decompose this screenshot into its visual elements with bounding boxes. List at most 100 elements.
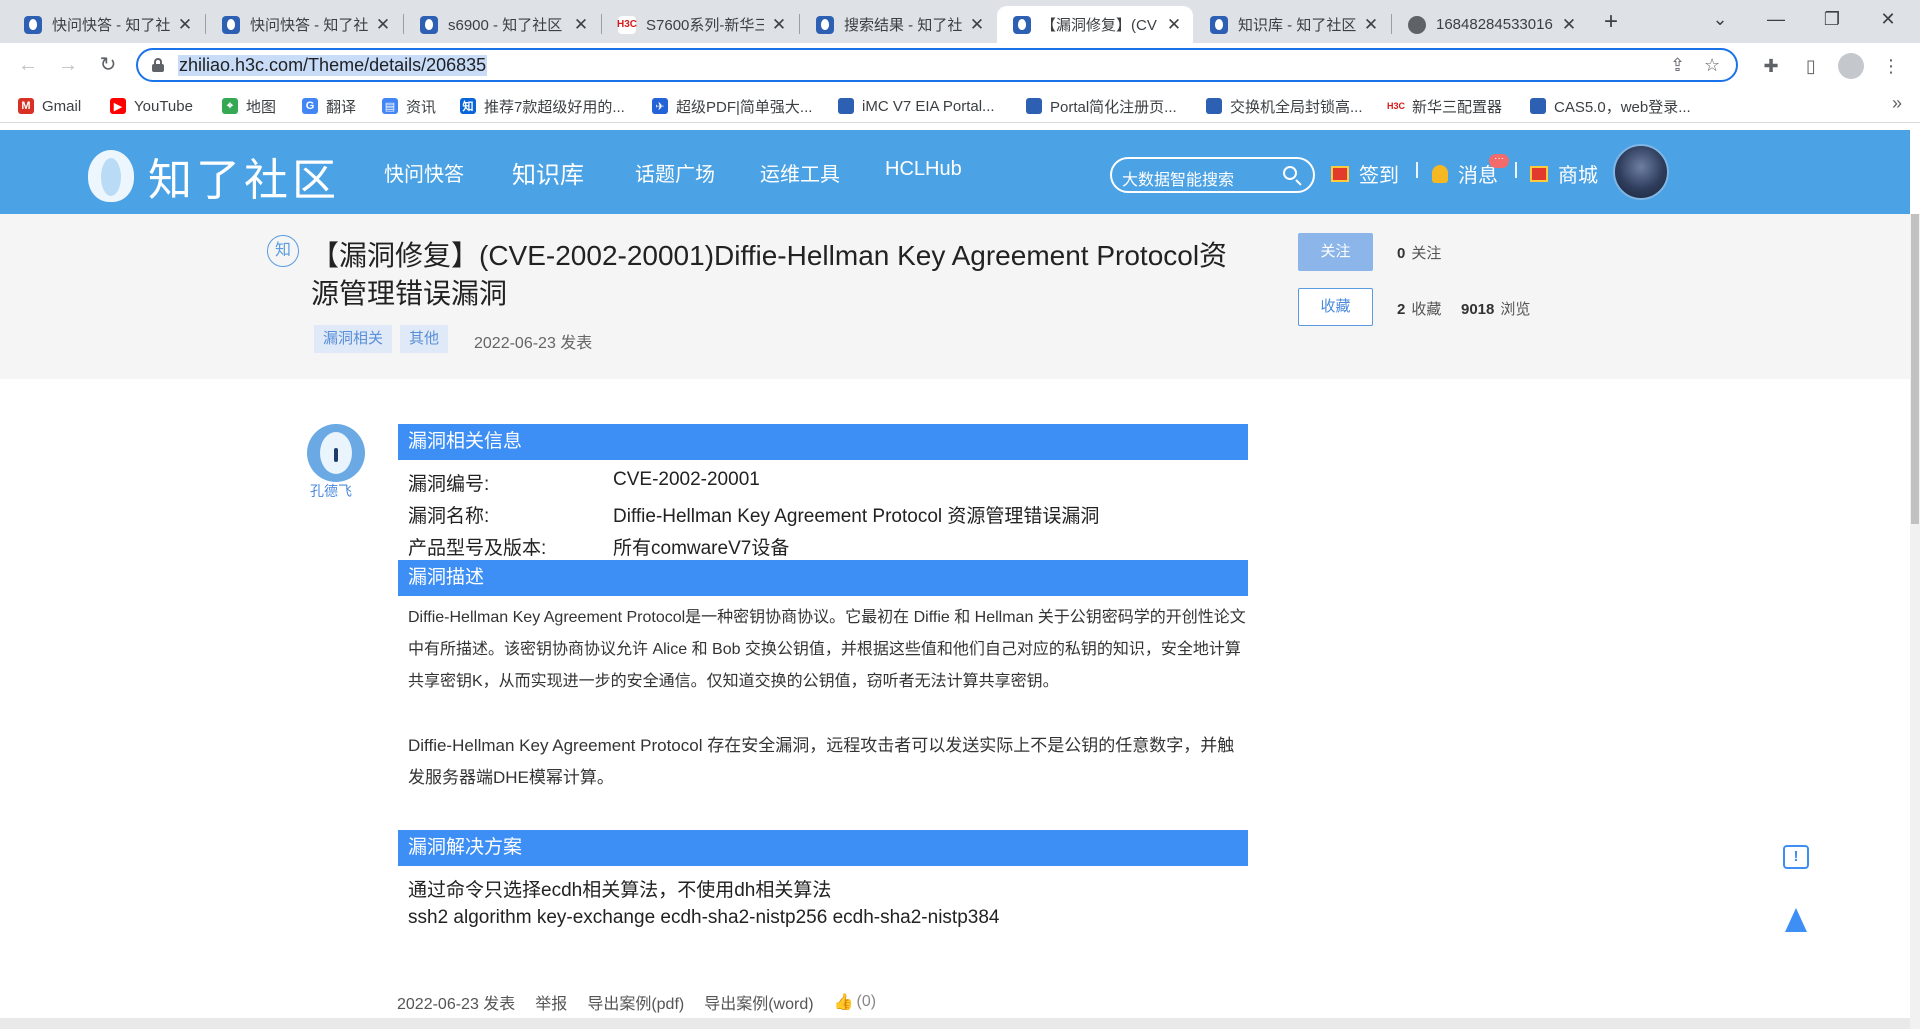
news-icon: ▤: [382, 98, 398, 114]
nav-hclhub[interactable]: HCLHub: [885, 158, 962, 181]
tab-search-icon[interactable]: ⌄: [1692, 0, 1748, 38]
globe-icon: [1408, 15, 1426, 34]
close-icon[interactable]: ✕: [176, 15, 194, 35]
messages-link[interactable]: 消息: [1432, 159, 1498, 188]
page-title: 【漏洞修复】(CVE-2002-20001)Diffie-Hellman Key…: [311, 240, 1228, 309]
thumbs-up-icon: 👍: [833, 994, 854, 1011]
close-icon[interactable]: ✕: [770, 15, 788, 35]
browser-tab-strip: 快问快答 - 知了社 ✕ 快问快答 - 知了社 ✕ s6900 - 知了社区 ✕…: [0, 0, 1920, 43]
h3c-icon: H3C: [617, 15, 637, 34]
browser-tab-active[interactable]: 【漏洞修复】(CV ✕: [997, 6, 1193, 43]
export-pdf-link[interactable]: 导出案例(pdf): [587, 990, 684, 1014]
bookmark-pdf[interactable]: ✈ 超级PDF|简单强大...: [652, 95, 812, 117]
side-panel-icon[interactable]: ▯: [1798, 53, 1824, 79]
browser-tab[interactable]: 快问快答 - 知了社 ✕: [8, 6, 204, 43]
minimize-button[interactable]: —: [1748, 0, 1804, 38]
profile-avatar[interactable]: [1838, 53, 1864, 79]
export-word-link[interactable]: 导出案例(word): [704, 990, 813, 1014]
follow-button[interactable]: 关注: [1298, 233, 1373, 271]
nav-knowledge-base[interactable]: 知识库: [512, 155, 584, 190]
back-button[interactable]: ←: [12, 49, 44, 81]
bookmark-star-icon[interactable]: ☆: [1704, 55, 1720, 76]
browser-tab[interactable]: 快问快答 - 知了社 ✕: [206, 6, 402, 43]
bookmark-cas[interactable]: CAS5.0，web登录...: [1530, 95, 1691, 117]
browser-tab[interactable]: H3C S7600系列-新华三 ✕: [602, 6, 798, 43]
bell-icon: [1432, 164, 1448, 183]
nav-ops-tools[interactable]: 运维工具: [760, 158, 840, 187]
signin-link[interactable]: 签到: [1331, 159, 1399, 188]
close-icon[interactable]: ✕: [1560, 15, 1578, 35]
user-avatar[interactable]: [1613, 144, 1669, 200]
view-text: 浏览: [1500, 301, 1531, 318]
shop-gift-icon: [1530, 165, 1548, 182]
header-divider: [1515, 162, 1517, 178]
close-icon[interactable]: ✕: [968, 15, 986, 35]
nav-quick-qa[interactable]: 快问快答: [384, 158, 464, 187]
bookmark-translate[interactable]: G 翻译: [302, 95, 356, 117]
extensions-icon[interactable]: ✚: [1758, 53, 1784, 79]
close-icon[interactable]: ✕: [1165, 15, 1183, 35]
restore-button[interactable]: ❐: [1804, 0, 1860, 38]
bookmark-gmail[interactable]: M Gmail: [18, 95, 81, 117]
favorite-button[interactable]: 收藏: [1298, 288, 1373, 326]
browser-tab[interactable]: 搜索结果 - 知了社 ✕: [800, 6, 996, 43]
browser-tab[interactable]: 知识库 - 知了社区 ✕: [1194, 6, 1390, 43]
bookmark-h3c-config[interactable]: H3C 新华三配置器: [1387, 95, 1503, 117]
bookmark-label: Portal简化注册页...: [1050, 98, 1177, 116]
tab-title: 【漏洞修复】(CV: [1041, 17, 1157, 34]
bookmark-imc[interactable]: iMC V7 EIA Portal...: [838, 95, 995, 117]
author-avatar[interactable]: [307, 424, 365, 482]
close-window-button[interactable]: ✕: [1860, 0, 1916, 38]
bookmark-label: 推荐7款超级好用的...: [484, 98, 625, 116]
report-link[interactable]: 举报: [535, 990, 567, 1014]
url-text[interactable]: zhiliao.h3c.com/Theme/details/206835: [178, 55, 488, 76]
forward-button[interactable]: →: [52, 49, 84, 81]
browser-tab[interactable]: s6900 - 知了社区 ✕: [404, 6, 600, 43]
cve-id-label: 漏洞编号:: [408, 474, 490, 495]
author-name[interactable]: 孔德飞: [310, 481, 352, 501]
bookmark-label: iMC V7 EIA Portal...: [862, 97, 995, 115]
lock-icon[interactable]: [152, 58, 164, 72]
bookmarks-overflow-icon[interactable]: »: [1892, 93, 1902, 114]
bookmark-zhihu[interactable]: 知 推荐7款超级好用的...: [460, 95, 625, 117]
bookmark-maps[interactable]: ⌖ 地图: [222, 95, 276, 117]
bookmark-label: 新华三配置器: [1412, 98, 1503, 116]
site-search-input[interactable]: 大数据智能搜索: [1110, 157, 1315, 193]
tag-vulnerability[interactable]: 漏洞相关: [314, 325, 393, 353]
zhiliao-icon: [222, 15, 240, 34]
search-icon[interactable]: [1283, 166, 1297, 180]
close-icon[interactable]: ✕: [572, 15, 590, 35]
like-count: (0): [856, 993, 877, 1010]
new-tab-button[interactable]: +: [1596, 7, 1626, 37]
bookmark-portal[interactable]: Portal简化注册页...: [1026, 95, 1177, 117]
bookmark-news[interactable]: ▤ 资讯: [382, 95, 436, 117]
site-logo[interactable]: 知了社区: [88, 144, 340, 208]
close-icon[interactable]: ✕: [1362, 15, 1380, 35]
close-icon[interactable]: ✕: [374, 15, 392, 35]
menu-icon[interactable]: ⋮: [1878, 53, 1904, 79]
like-button[interactable]: 👍 (0): [834, 990, 876, 1014]
reload-button[interactable]: ↻: [92, 49, 124, 81]
address-toolbar: ← → ↻ zhiliao.h3c.com/Theme/details/2068…: [0, 43, 1920, 87]
share-icon[interactable]: ⇪: [1670, 55, 1685, 76]
browser-tab[interactable]: 16848284533016 ✕: [1392, 6, 1588, 43]
back-to-top-icon[interactable]: [1785, 908, 1807, 932]
tag-other[interactable]: 其他: [400, 325, 449, 353]
scrollbar-thumb[interactable]: [1911, 214, 1919, 524]
shop-link[interactable]: 商城: [1530, 159, 1598, 188]
signin-label: 签到: [1359, 165, 1399, 187]
favorite-count: 2: [1397, 301, 1406, 318]
bookmark-label: Gmail: [42, 97, 82, 115]
nav-topic-square[interactable]: 话题广场: [635, 158, 715, 187]
bookmark-youtube[interactable]: ▶ YouTube: [110, 95, 193, 117]
zhiliao-icon: [1026, 98, 1042, 114]
zhiliao-icon: [1206, 98, 1222, 114]
gift-icon: [1331, 165, 1349, 182]
view-stat: 9018 浏览: [1461, 298, 1530, 319]
address-bar[interactable]: zhiliao.h3c.com/Theme/details/206835 ⇪ ☆: [136, 48, 1738, 82]
vuln-name-value: Diffie-Hellman Key Agreement Protocol 资源…: [613, 506, 1100, 527]
knowledge-badge: 知: [267, 235, 299, 267]
feedback-icon[interactable]: !: [1783, 845, 1809, 869]
bookmark-switch[interactable]: 交换机全局封锁高...: [1206, 95, 1363, 117]
zhiliao-icon: [1530, 98, 1546, 114]
